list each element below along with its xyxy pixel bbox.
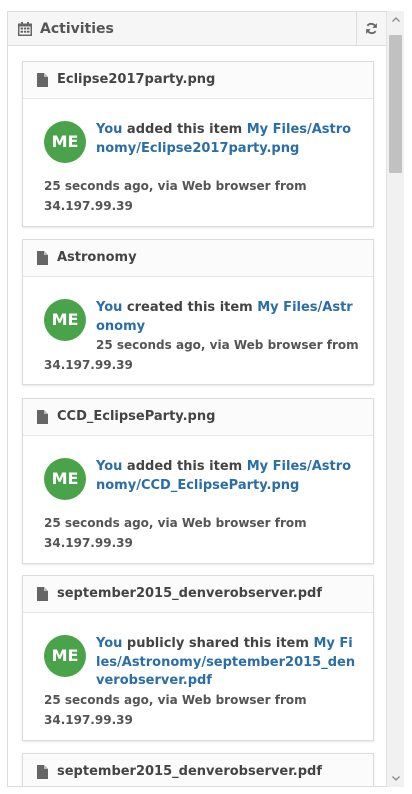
panel-title: Activities (40, 21, 114, 37)
meta-line-1: 25 seconds ago, via Web browser from (44, 179, 307, 193)
meta-line-1: 25 seconds ago, via Web browser from (96, 338, 359, 352)
activity-meta: 25 seconds ago, via Web browser from 34.… (44, 691, 359, 730)
meta-line-2: 34.197.99.39 (44, 535, 133, 550)
activity-card: september2015_denverobserver.pdf (22, 753, 374, 786)
action-text: created this item (122, 300, 258, 315)
scroll-up-arrow-icon[interactable] (391, 15, 401, 25)
action-text: added this item (122, 459, 247, 474)
avatar: ME (44, 458, 86, 500)
activity-meta: 25 seconds ago, via Web browser from 34.… (44, 177, 359, 216)
refresh-button[interactable] (356, 12, 386, 45)
file-name: september2015_denverobserver.pdf (57, 586, 322, 601)
panel-header: Activities (8, 12, 386, 46)
card-header[interactable]: Astronomy (23, 240, 373, 277)
card-header[interactable]: september2015_denverobserver.pdf (23, 576, 373, 613)
scroll-down-arrow-icon[interactable] (391, 773, 401, 783)
action-text: publicly shared this item (122, 636, 314, 651)
actor-link[interactable]: You (96, 636, 122, 651)
activity-text: You added this item My Files/Astronomy/E… (96, 121, 356, 158)
scrollbar-thumb[interactable] (389, 35, 402, 173)
file-icon (37, 410, 48, 424)
refresh-icon (366, 22, 377, 35)
activity-card: Eclipse2017party.png ME You added this i… (22, 61, 374, 227)
meta-line-2: 34.197.99.39 (44, 712, 133, 727)
activity-feed: Eclipse2017party.png ME You added this i… (8, 46, 386, 786)
activity-card: september2015_denverobserver.pdf ME You … (22, 575, 374, 741)
action-text: added this item (122, 122, 247, 137)
file-name: Eclipse2017party.png (57, 72, 216, 87)
file-name: september2015_denverobserver.pdf (57, 764, 322, 779)
meta-line-2: 34.197.99.39 (44, 198, 133, 213)
vertical-scrollbar[interactable] (386, 11, 404, 787)
actor-link[interactable]: You (96, 122, 122, 137)
meta-line-2: 34.197.99.39 (44, 357, 133, 372)
activity-text: You publicly shared this item My Files/A… (96, 635, 356, 691)
avatar: ME (44, 299, 86, 341)
file-icon (37, 251, 48, 265)
activity-card: CCD_EclipseParty.png ME You added this i… (22, 398, 374, 564)
card-header[interactable]: CCD_EclipseParty.png (23, 399, 373, 436)
card-header[interactable]: Eclipse2017party.png (23, 62, 373, 99)
avatar: ME (44, 121, 86, 163)
activities-panel: Activities Eclipse2017party.png ME You a… (7, 11, 387, 787)
avatar: ME (44, 635, 86, 677)
file-icon (37, 73, 48, 87)
file-icon (37, 765, 48, 779)
activity-meta: 25 seconds ago, via Web browser from 34.… (44, 336, 359, 375)
meta-line-1: 25 seconds ago, via Web browser from (44, 516, 307, 530)
activity-card: Astronomy ME You created this item My Fi… (22, 239, 374, 385)
activity-text: You created this item My Files/Astronomy (96, 299, 356, 336)
activity-text: You added this item My Files/Astronomy/C… (96, 458, 356, 495)
file-icon (37, 587, 48, 601)
card-header[interactable]: september2015_denverobserver.pdf (23, 754, 373, 786)
meta-line-1: 25 seconds ago, via Web browser from (44, 693, 307, 707)
calendar-icon (18, 22, 32, 36)
actor-link[interactable]: You (96, 300, 122, 315)
activity-meta: 25 seconds ago, via Web browser from 34.… (44, 514, 359, 553)
file-name: CCD_EclipseParty.png (57, 409, 216, 424)
actor-link[interactable]: You (96, 459, 122, 474)
file-name: Astronomy (57, 250, 137, 265)
